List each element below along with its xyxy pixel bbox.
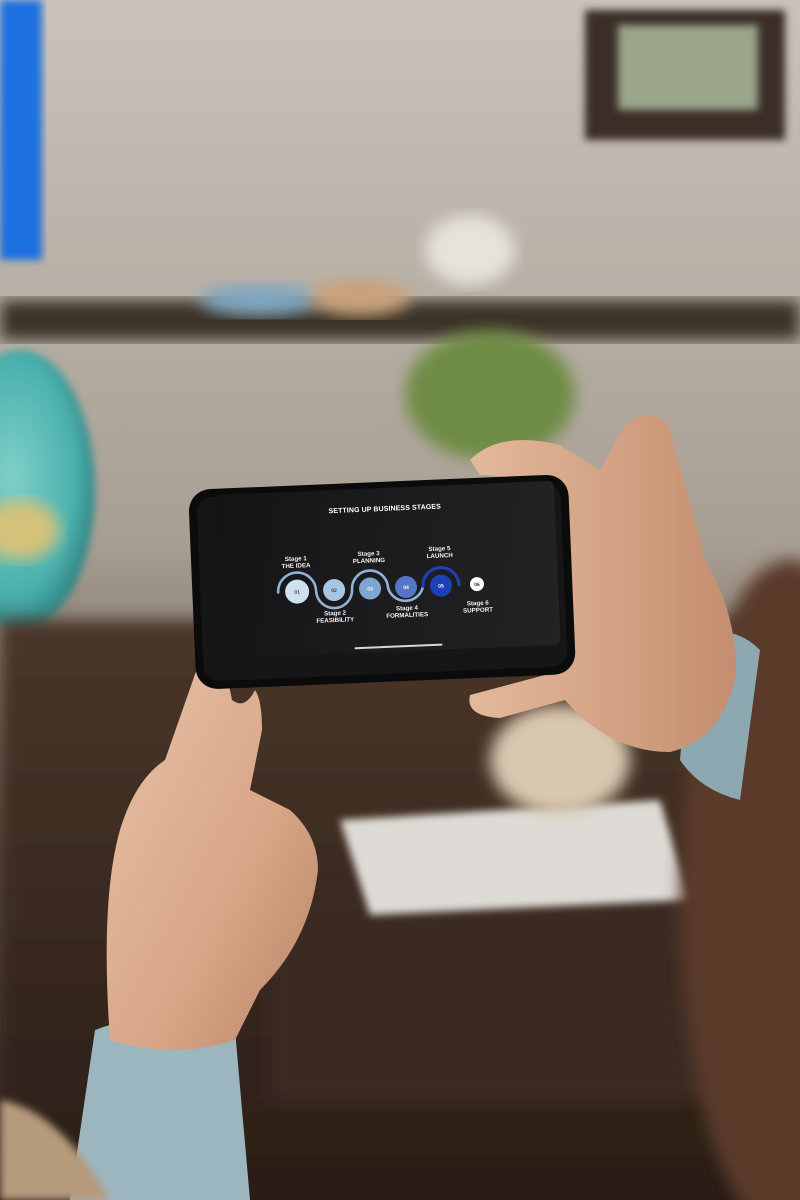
stage-number-02: 02 xyxy=(331,588,337,594)
stage-3-label: Stage 3 PLANNING xyxy=(352,550,386,566)
stage-node-03: 03 xyxy=(359,577,382,600)
stage-4-label: Stage 4 FORMALITIES xyxy=(386,604,428,620)
stage-1-name: THE IDEA xyxy=(281,562,311,571)
stage-5-label: Stage 5 LAUNCH xyxy=(426,545,453,560)
stage-number-04: 04 xyxy=(403,585,409,591)
phone-screen: SETTING UP BUSINESS STAGES 01 02 03 04 0… xyxy=(214,480,561,659)
stage-number-03: 03 xyxy=(367,586,373,592)
stage-3-name: PLANNING xyxy=(352,556,386,566)
stage-node-02: 02 xyxy=(323,579,346,602)
stage-number-05: 05 xyxy=(438,583,444,589)
stages-diagram: 01 02 03 04 05 06 xyxy=(276,566,484,610)
stage-6-label: Stage 6 SUPPORT xyxy=(462,599,494,615)
stage-node-05: 05 xyxy=(429,574,452,597)
stage-number-01: 01 xyxy=(294,589,300,595)
stage-6-name: SUPPORT xyxy=(462,606,494,615)
stage-1-label: Stage 1 THE IDEA xyxy=(281,555,310,570)
stage-node-04: 04 xyxy=(395,576,418,599)
stage-node-01: 01 xyxy=(285,579,310,604)
stage-node-06: 06 xyxy=(469,577,484,592)
stage-5-name: LAUNCH xyxy=(426,552,453,561)
stage-number-06: 06 xyxy=(474,582,480,588)
stage-2-label: Stage 2 FEASIBILITY xyxy=(316,609,354,625)
